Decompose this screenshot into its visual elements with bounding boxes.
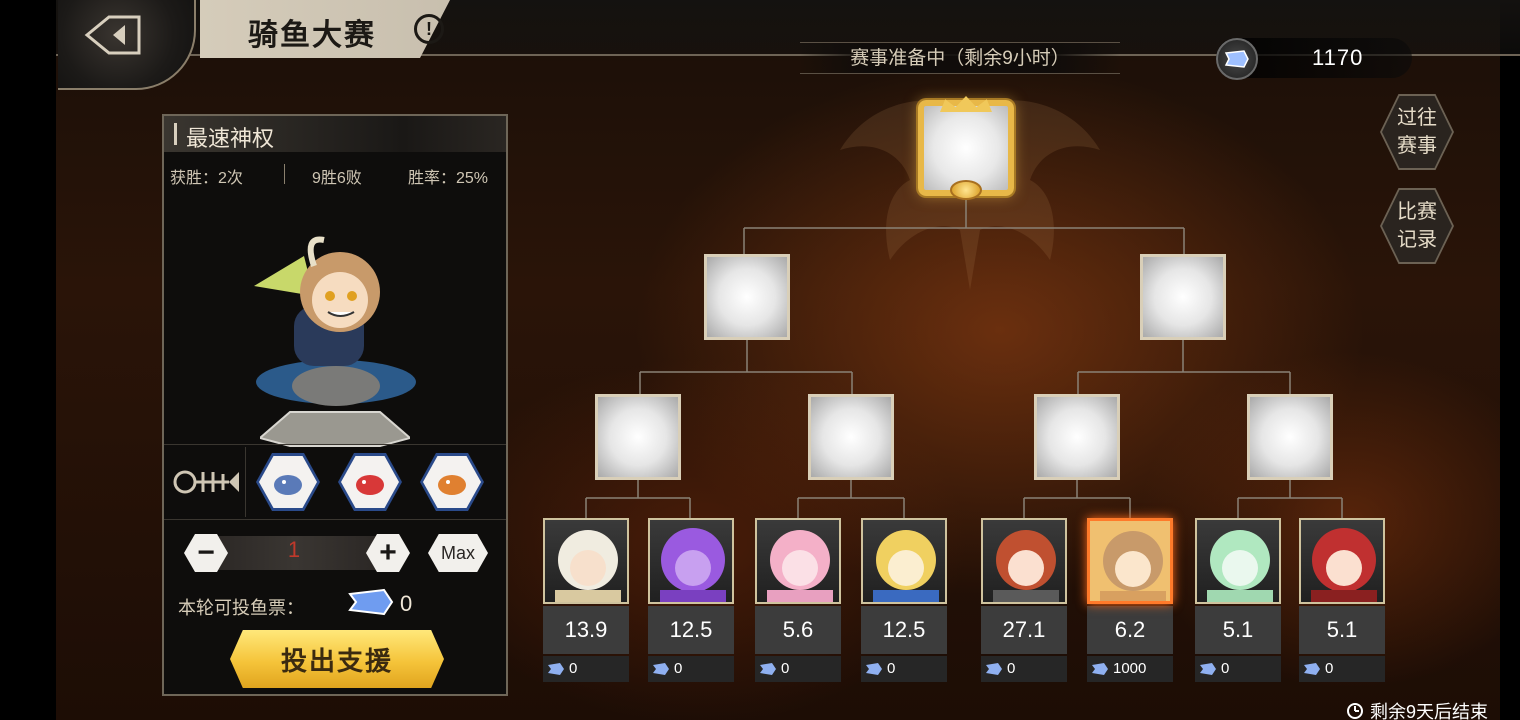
player-portrait[interactable] [981,518,1067,604]
fish-ticket-icon [1304,663,1320,675]
player-portrait[interactable] [755,518,841,604]
player-card[interactable]: 12.5 0 [861,518,947,682]
player-avatar [1207,530,1273,602]
player-odds: 13.9 [543,606,629,654]
quarterfinal-slot-4 [1247,394,1333,480]
player-card[interactable]: 5.6 0 [755,518,841,682]
player-bets: 0 [648,656,734,682]
player-avatar [993,530,1059,602]
player-card[interactable]: 27.1 0 [981,518,1067,682]
fish-ticket-icon [548,663,564,675]
player-odds: 12.5 [861,606,947,654]
quarterfinal-slot-2 [808,394,894,480]
player-bets: 0 [861,656,947,682]
event-end-timer: 剩余9天后结束 [1346,698,1488,720]
player-bet-count: 0 [1007,660,1016,677]
player-card[interactable]: 12.5 0 [648,518,734,682]
player-odds: 5.1 [1195,606,1281,654]
fish-ticket-icon [1092,663,1108,675]
player-bets: 0 [1195,656,1281,682]
player-odds: 27.1 [981,606,1067,654]
player-portrait[interactable] [1087,518,1173,604]
trophy-gem-icon [950,180,982,200]
quarterfinal-slot-1 [595,394,681,480]
player-avatar [1311,528,1377,602]
player-card-selected[interactable]: 6.2 1000 [1087,518,1173,682]
player-portrait[interactable] [861,518,947,604]
player-card[interactable]: 5.1 0 [1299,518,1385,682]
player-bets: 0 [755,656,841,682]
fish-ticket-icon [866,663,882,675]
player-bet-count: 0 [674,660,683,677]
semifinal-slot-2 [1140,254,1226,340]
fish-ticket-icon [986,663,1002,675]
player-bets: 0 [1299,656,1385,682]
player-bets: 0 [981,656,1067,682]
player-bets: 0 [543,656,629,682]
player-avatar [873,530,939,602]
player-odds: 5.6 [755,606,841,654]
fish-ticket-icon [760,663,776,675]
player-odds: 6.2 [1087,606,1173,654]
player-avatar [1090,521,1170,601]
player-card[interactable]: 13.9 0 [543,518,629,682]
player-bets: 1000 [1087,656,1173,682]
player-card[interactable]: 5.1 0 [1195,518,1281,682]
player-avatar [767,530,833,602]
player-bet-count: 0 [569,660,578,677]
player-portrait[interactable] [648,518,734,604]
event-end-text: 剩余9天后结束 [1370,702,1489,720]
quarterfinal-slot-3 [1034,394,1120,480]
semifinal-slot-1 [704,254,790,340]
player-portrait[interactable] [1195,518,1281,604]
player-bet-count: 0 [887,660,896,677]
fish-ticket-icon [653,663,669,675]
player-avatar [555,530,621,602]
fish-ticket-icon [1200,663,1216,675]
player-avatar [660,528,726,602]
player-bet-count: 0 [1221,660,1230,677]
player-odds: 12.5 [648,606,734,654]
player-bet-count: 0 [1325,660,1334,677]
player-bet-count: 0 [781,660,790,677]
clock-icon [1347,703,1363,719]
player-bet-count: 1000 [1113,660,1147,677]
player-portrait[interactable] [1299,518,1385,604]
player-odds: 5.1 [1299,606,1385,654]
player-portrait[interactable] [543,518,629,604]
